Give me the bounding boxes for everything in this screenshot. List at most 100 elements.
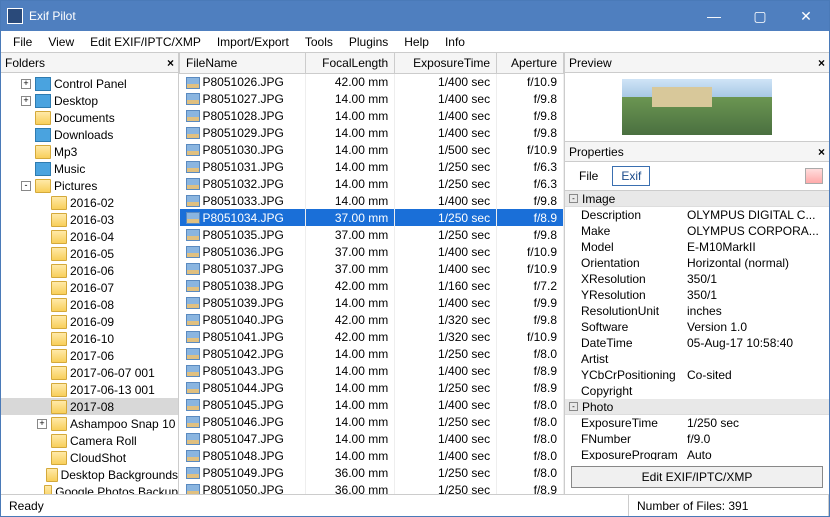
folder-item[interactable]: 2016-04 bbox=[1, 228, 178, 245]
property-row[interactable]: ResolutionUnitinches bbox=[565, 303, 829, 319]
property-row[interactable]: OrientationHorizontal (normal) bbox=[565, 255, 829, 271]
table-row[interactable]: P8051030.JPG14.00 mm1/500 secf/10.9 bbox=[180, 141, 564, 158]
menu-import-export[interactable]: Import/Export bbox=[209, 33, 297, 51]
property-row[interactable]: Artist bbox=[565, 351, 829, 367]
table-row[interactable]: P8051027.JPG14.00 mm1/400 secf/9.8 bbox=[180, 90, 564, 107]
folder-item[interactable]: 2016-07 bbox=[1, 279, 178, 296]
menu-info[interactable]: Info bbox=[437, 33, 473, 51]
property-row[interactable]: ExposureProgramAuto bbox=[565, 447, 829, 460]
tree-toggle-icon[interactable]: + bbox=[37, 419, 47, 429]
folder-item[interactable]: +Ashampoo Snap 10 bbox=[1, 415, 178, 432]
folder-item[interactable]: Documents bbox=[1, 109, 178, 126]
edit-exif-button[interactable]: Edit EXIF/IPTC/XMP bbox=[571, 466, 823, 488]
folder-item[interactable]: Camera Roll bbox=[1, 432, 178, 449]
folder-item[interactable]: Music bbox=[1, 160, 178, 177]
table-row[interactable]: P8051037.JPG37.00 mm1/400 secf/10.9 bbox=[180, 260, 564, 277]
table-row[interactable]: P8051031.JPG14.00 mm1/250 secf/6.3 bbox=[180, 158, 564, 175]
collapse-icon[interactable]: - bbox=[569, 194, 578, 203]
table-row[interactable]: P8051044.JPG14.00 mm1/250 secf/8.9 bbox=[180, 379, 564, 396]
folder-item[interactable]: 2016-02 bbox=[1, 194, 178, 211]
tree-toggle-icon[interactable]: + bbox=[21, 79, 31, 89]
menu-help[interactable]: Help bbox=[396, 33, 437, 51]
column-header[interactable]: FileName bbox=[180, 53, 306, 73]
menu-file[interactable]: File bbox=[5, 33, 40, 51]
tree-toggle-icon[interactable]: - bbox=[21, 181, 31, 191]
table-row[interactable]: P8051050.JPG36.00 mm1/250 secf/8.9 bbox=[180, 481, 564, 494]
column-header[interactable]: FocalLength bbox=[305, 53, 395, 73]
menu-edit-exif-iptc-xmp[interactable]: Edit EXIF/IPTC/XMP bbox=[82, 33, 209, 51]
folder-item[interactable]: Desktop Backgrounds bbox=[1, 466, 178, 483]
folder-item[interactable]: +Desktop bbox=[1, 92, 178, 109]
folder-item[interactable]: -Pictures bbox=[1, 177, 178, 194]
folder-item[interactable]: 2016-08 bbox=[1, 296, 178, 313]
property-group-header[interactable]: -Photo bbox=[565, 399, 829, 415]
table-row[interactable]: P8051042.JPG14.00 mm1/250 secf/8.0 bbox=[180, 345, 564, 362]
maximize-button[interactable]: ▢ bbox=[737, 1, 783, 31]
property-row[interactable]: DescriptionOLYMPUS DIGITAL C... bbox=[565, 207, 829, 223]
preview-image[interactable] bbox=[622, 79, 772, 135]
table-row[interactable]: P8051036.JPG37.00 mm1/400 secf/10.9 bbox=[180, 243, 564, 260]
folder-item[interactable]: 2017-06-13 001 bbox=[1, 381, 178, 398]
folders-close-icon[interactable]: × bbox=[167, 56, 174, 70]
menu-plugins[interactable]: Plugins bbox=[341, 33, 396, 51]
close-button[interactable]: ✕ bbox=[783, 1, 829, 31]
property-row[interactable]: YCbCrPositioningCo-sited bbox=[565, 367, 829, 383]
folder-item[interactable]: 2016-05 bbox=[1, 245, 178, 262]
table-row[interactable]: P8051048.JPG14.00 mm1/400 secf/8.0 bbox=[180, 447, 564, 464]
property-group-header[interactable]: -Image bbox=[565, 191, 829, 207]
table-row[interactable]: P8051034.JPG37.00 mm1/250 secf/8.9 bbox=[180, 209, 564, 226]
table-row[interactable]: P8051040.JPG42.00 mm1/320 secf/9.8 bbox=[180, 311, 564, 328]
properties-options-icon[interactable] bbox=[805, 168, 823, 184]
table-row[interactable]: P8051035.JPG37.00 mm1/250 secf/9.8 bbox=[180, 226, 564, 243]
folder-item[interactable]: Google Photos Backup bbox=[1, 483, 178, 494]
tab-file[interactable]: File bbox=[571, 167, 606, 185]
table-row[interactable]: P8051039.JPG14.00 mm1/400 secf/9.9 bbox=[180, 294, 564, 311]
folder-item[interactable]: 2017-06 bbox=[1, 347, 178, 364]
table-row[interactable]: P8051043.JPG14.00 mm1/400 secf/8.9 bbox=[180, 362, 564, 379]
tab-exif[interactable]: Exif bbox=[612, 166, 650, 186]
table-row[interactable]: P8051029.JPG14.00 mm1/400 secf/9.8 bbox=[180, 124, 564, 141]
folder-item[interactable]: Downloads bbox=[1, 126, 178, 143]
column-header[interactable]: ExposureTime bbox=[395, 53, 497, 73]
table-row[interactable]: P8051049.JPG36.00 mm1/250 secf/8.0 bbox=[180, 464, 564, 481]
folder-item[interactable]: CloudShot bbox=[1, 449, 178, 466]
collapse-icon[interactable]: - bbox=[569, 402, 578, 411]
folder-item[interactable]: Mp3 bbox=[1, 143, 178, 160]
menu-tools[interactable]: Tools bbox=[297, 33, 341, 51]
property-row[interactable]: ModelE-M10MarkII bbox=[565, 239, 829, 255]
property-row[interactable]: FNumberf/9.0 bbox=[565, 431, 829, 447]
column-header[interactable]: Aperture bbox=[497, 53, 564, 73]
folder-tree[interactable]: +Control Panel+DesktopDocumentsDownloads… bbox=[1, 73, 178, 494]
folder-item[interactable]: 2016-06 bbox=[1, 262, 178, 279]
property-grid[interactable]: -ImageDescriptionOLYMPUS DIGITAL C...Mak… bbox=[565, 190, 829, 460]
table-row[interactable]: P8051026.JPG42.00 mm1/400 secf/10.9 bbox=[180, 73, 564, 90]
table-row[interactable]: P8051041.JPG42.00 mm1/320 secf/10.9 bbox=[180, 328, 564, 345]
table-row[interactable]: P8051045.JPG14.00 mm1/400 secf/8.0 bbox=[180, 396, 564, 413]
folder-item[interactable]: 2017-06-07 001 bbox=[1, 364, 178, 381]
property-row[interactable]: MakeOLYMPUS CORPORA... bbox=[565, 223, 829, 239]
folder-item[interactable]: 2016-10 bbox=[1, 330, 178, 347]
table-row[interactable]: P8051046.JPG14.00 mm1/250 secf/8.0 bbox=[180, 413, 564, 430]
property-row[interactable]: Copyright bbox=[565, 383, 829, 399]
table-row[interactable]: P8051032.JPG14.00 mm1/250 secf/6.3 bbox=[180, 175, 564, 192]
properties-close-icon[interactable]: × bbox=[818, 145, 825, 159]
file-table-scroll[interactable]: FileNameFocalLengthExposureTimeAperture … bbox=[179, 53, 564, 494]
property-row[interactable]: XResolution350/1 bbox=[565, 271, 829, 287]
file-name: P8051042.JPG bbox=[203, 347, 284, 361]
tree-toggle-icon[interactable]: + bbox=[21, 96, 31, 106]
property-row[interactable]: ExposureTime1/250 sec bbox=[565, 415, 829, 431]
table-row[interactable]: P8051047.JPG14.00 mm1/400 secf/8.0 bbox=[180, 430, 564, 447]
folder-item[interactable]: 2016-03 bbox=[1, 211, 178, 228]
property-row[interactable]: YResolution350/1 bbox=[565, 287, 829, 303]
minimize-button[interactable]: — bbox=[691, 1, 737, 31]
table-row[interactable]: P8051038.JPG42.00 mm1/160 secf/7.2 bbox=[180, 277, 564, 294]
table-row[interactable]: P8051028.JPG14.00 mm1/400 secf/9.8 bbox=[180, 107, 564, 124]
folder-item[interactable]: 2016-09 bbox=[1, 313, 178, 330]
preview-close-icon[interactable]: × bbox=[818, 56, 825, 70]
menu-view[interactable]: View bbox=[40, 33, 82, 51]
folder-item[interactable]: 2017-08 bbox=[1, 398, 178, 415]
property-row[interactable]: SoftwareVersion 1.0 bbox=[565, 319, 829, 335]
property-row[interactable]: DateTime05-Aug-17 10:58:40 bbox=[565, 335, 829, 351]
folder-item[interactable]: +Control Panel bbox=[1, 75, 178, 92]
table-row[interactable]: P8051033.JPG14.00 mm1/400 secf/9.8 bbox=[180, 192, 564, 209]
